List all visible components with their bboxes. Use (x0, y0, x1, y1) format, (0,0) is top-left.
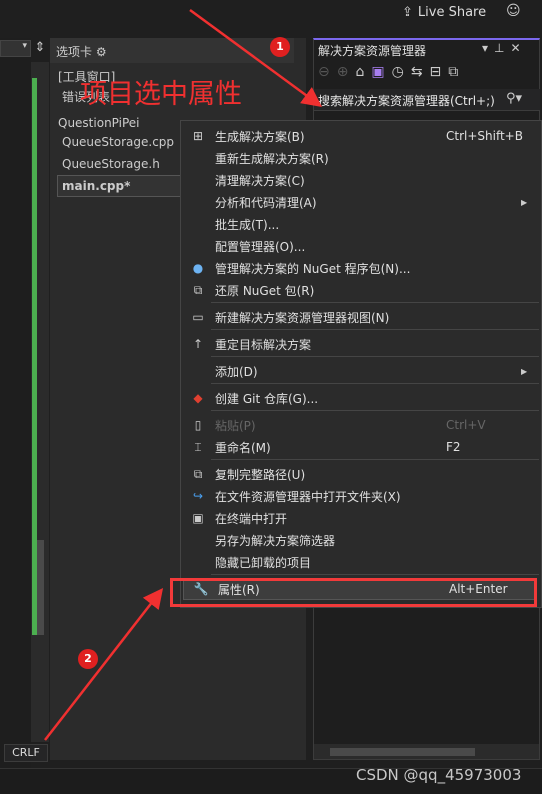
line-ending-indicator[interactable]: CRLF (4, 744, 48, 762)
arrow-1 (189, 8, 323, 107)
watermark: CSDN @qq_45973003 (356, 766, 522, 784)
arrow-2 (44, 588, 164, 741)
annotation-arrows (44, 8, 323, 741)
